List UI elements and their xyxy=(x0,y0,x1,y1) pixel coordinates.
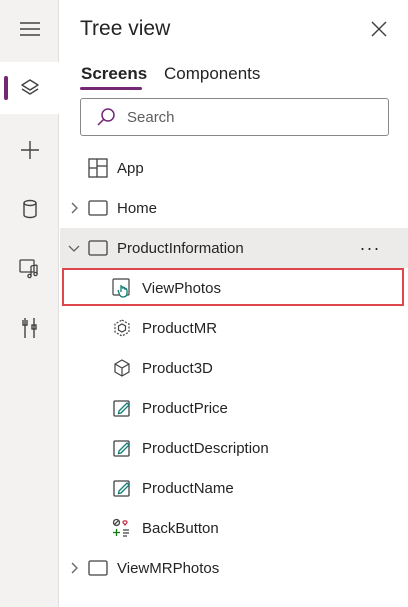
tree-item-label: ProductDescription xyxy=(142,439,269,457)
tree-view-panel: Tree view Screens Components App Home Pr… xyxy=(60,0,408,607)
search-icon xyxy=(97,108,115,126)
tree-item-app[interactable]: App xyxy=(60,148,408,188)
tree-item-label: ProductMR xyxy=(142,319,218,337)
search-input[interactable] xyxy=(125,107,379,127)
tree-item-label: App xyxy=(117,159,144,177)
close-icon[interactable] xyxy=(368,18,390,40)
text-input-icon xyxy=(113,480,130,497)
screen-icon xyxy=(88,240,108,256)
tree-item-productprice[interactable]: ProductPrice xyxy=(60,388,408,428)
active-tab-indicator xyxy=(80,87,142,90)
data-cylinder-icon xyxy=(22,199,37,219)
tree-item-productname[interactable]: ProductName xyxy=(60,468,408,508)
tree-item-productmr[interactable]: ProductMR xyxy=(60,308,408,348)
tab-screens[interactable]: Screens xyxy=(81,64,147,84)
tree-view-layers-button[interactable] xyxy=(0,62,59,114)
panel-title: Tree view xyxy=(80,17,171,40)
chevron-right-icon[interactable] xyxy=(68,202,80,214)
media-icon xyxy=(18,259,38,279)
tree-item-label: ViewPhotos xyxy=(142,279,221,297)
insert-button[interactable] xyxy=(0,124,59,176)
tree-item-productdescription[interactable]: ProductDescription xyxy=(60,428,408,468)
tree-item-label: ViewMRPhotos xyxy=(117,559,220,577)
tree-item-home[interactable]: Home xyxy=(60,188,408,228)
mixed-reality-icon xyxy=(114,319,130,337)
tree-item-product3d[interactable]: Product3D xyxy=(60,348,408,388)
hamburger-menu-icon[interactable] xyxy=(0,3,59,55)
chevron-right-icon[interactable] xyxy=(68,562,80,574)
data-button[interactable] xyxy=(0,183,59,235)
tree-item-viewphotos[interactable]: ViewPhotos xyxy=(60,268,408,308)
button-control-icon xyxy=(112,518,129,537)
tree-item-label: ProductPrice xyxy=(142,399,228,417)
tree-item-viewmrphotos[interactable]: ViewMRPhotos xyxy=(60,548,408,588)
tools-button[interactable] xyxy=(0,302,59,354)
tree-item-label: Product3D xyxy=(142,359,213,377)
screen-icon xyxy=(88,200,108,216)
more-options-icon[interactable]: ··· xyxy=(358,228,382,268)
add-icon xyxy=(20,141,39,159)
image-control-icon xyxy=(112,278,130,298)
left-rail xyxy=(0,0,59,607)
tools-icon xyxy=(21,318,37,338)
tab-components[interactable]: Components xyxy=(164,64,260,84)
chevron-down-icon[interactable] xyxy=(68,242,80,254)
media-button[interactable] xyxy=(0,242,59,294)
app-icon xyxy=(88,158,108,178)
tree-item-label: ProductName xyxy=(142,479,234,497)
tree-item-label: ProductInformation xyxy=(117,239,244,257)
tree-item-backbutton[interactable]: BackButton xyxy=(60,508,408,548)
layers-icon xyxy=(20,79,39,95)
tree-item-productinformation[interactable]: ProductInformation ··· xyxy=(60,228,408,268)
text-input-icon xyxy=(113,440,130,457)
cube-3d-icon xyxy=(114,359,130,377)
tree-item-label: Home xyxy=(117,199,158,217)
tree-item-label: BackButton xyxy=(142,519,219,537)
screen-icon xyxy=(88,560,108,576)
text-input-icon xyxy=(113,400,130,417)
search-box[interactable] xyxy=(80,98,389,136)
